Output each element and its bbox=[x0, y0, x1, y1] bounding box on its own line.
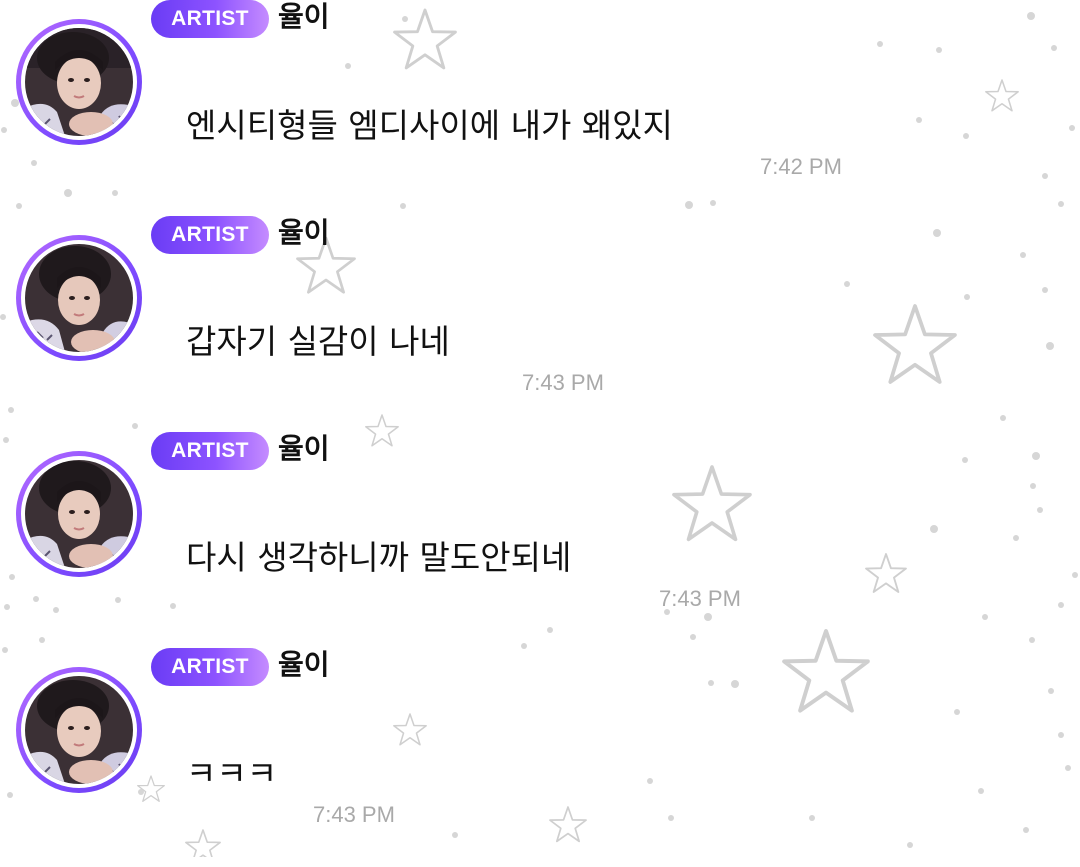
artist-badge: ARTIST bbox=[151, 0, 269, 38]
sender-name[interactable]: 율이 bbox=[278, 645, 330, 685]
sender-name[interactable]: 율이 bbox=[278, 213, 330, 253]
message-text: 다시 생각하니까 말도안되네 bbox=[186, 538, 572, 577]
message-item: ARTIST 율이 엔시티형들 엠디사이에 내가 왜있지 7:42 PM bbox=[0, 0, 1080, 219]
message-item: ARTIST 율이 갑자기 실감이 나네 7:43 PM bbox=[0, 216, 1080, 435]
avatar[interactable] bbox=[16, 451, 142, 577]
message-item: ARTIST 율이 ㅋㅋㅋ 7:43 PM bbox=[0, 648, 1080, 867]
message-item: ARTIST 율이 다시 생각하니까 말도안되네 7:43 PM bbox=[0, 432, 1080, 651]
message-text: 엔시티형들 엠디사이에 내가 왜있지 bbox=[186, 106, 673, 145]
avatar[interactable] bbox=[16, 235, 142, 361]
artist-badge: ARTIST bbox=[151, 648, 269, 686]
user-avatar-photo bbox=[25, 28, 133, 136]
message-timestamp: 7:43 PM bbox=[522, 370, 604, 395]
artist-badge: ARTIST bbox=[151, 432, 269, 470]
artist-badge: ARTIST bbox=[151, 216, 269, 254]
sender-name[interactable]: 율이 bbox=[278, 429, 330, 469]
message-timestamp: 7:43 PM bbox=[659, 586, 741, 611]
user-avatar-photo bbox=[25, 244, 133, 352]
message-text: ㅋㅋㅋ bbox=[186, 754, 278, 793]
user-avatar-photo bbox=[25, 676, 133, 784]
message-text: 갑자기 실감이 나네 bbox=[186, 322, 450, 361]
avatar[interactable] bbox=[16, 667, 142, 793]
sender-name[interactable]: 율이 bbox=[278, 0, 330, 37]
message-timestamp: 7:42 PM bbox=[760, 154, 842, 179]
user-avatar-photo bbox=[25, 460, 133, 568]
message-timestamp: 7:43 PM bbox=[313, 802, 395, 827]
avatar[interactable] bbox=[16, 19, 142, 145]
